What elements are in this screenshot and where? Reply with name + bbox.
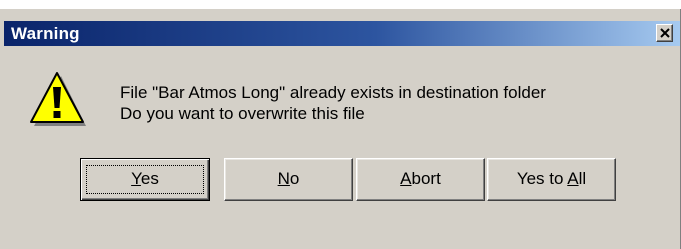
window-title: Warning	[11, 24, 80, 43]
yes-button-label: Yes	[131, 169, 159, 188]
message-line-2: Do you want to overwrite this file	[120, 104, 365, 123]
title-bar[interactable]: Warning	[4, 21, 680, 46]
abort-button[interactable]: Abort	[356, 158, 485, 201]
close-icon	[660, 28, 670, 38]
close-button[interactable]	[656, 24, 673, 42]
message-line-1: File "Bar Atmos Long" already exists in …	[120, 83, 546, 102]
no-button[interactable]: No	[224, 158, 353, 201]
abort-button-label: Abort	[400, 169, 441, 188]
no-button-label: No	[277, 169, 300, 188]
yes-button[interactable]: Yes	[80, 158, 210, 201]
yes-to-all-button-label: Yes to All	[516, 169, 587, 188]
warning-dialog: Warning File "Bar Atmos Long" already ex…	[0, 9, 681, 249]
message-text: File "Bar Atmos Long" already exists in …	[120, 82, 546, 124]
warning-icon	[30, 72, 86, 126]
yes-to-all-button[interactable]: Yes to All	[487, 158, 616, 201]
